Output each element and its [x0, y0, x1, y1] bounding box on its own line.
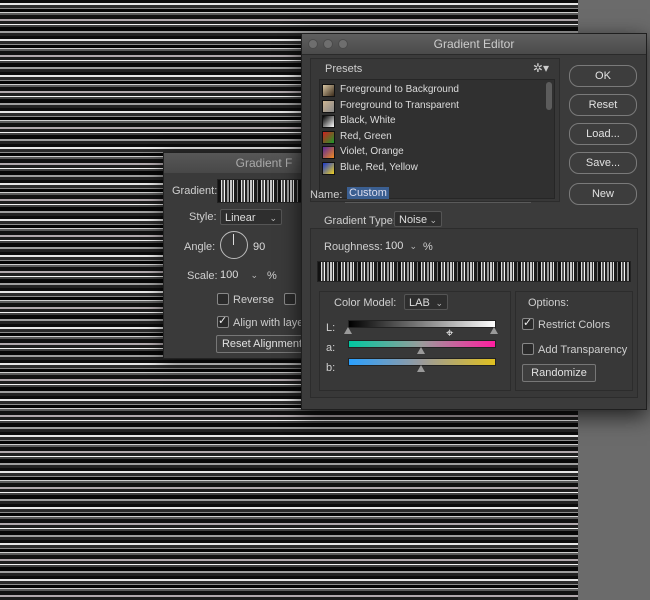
- cursor-icon: ⌖: [446, 325, 454, 340]
- reverse-checkbox[interactable]: [217, 293, 229, 305]
- preset-item[interactable]: Red, Green: [322, 130, 532, 145]
- reset-alignment-button[interactable]: Reset Alignment: [216, 335, 308, 353]
- presets-scrollbar[interactable]: [546, 82, 552, 110]
- presets-label: Presets: [325, 63, 363, 75]
- preset-label: Red, Green: [340, 130, 392, 142]
- noise-gradient-preview: [317, 261, 631, 282]
- preset-swatch: [322, 115, 335, 128]
- roughness-unit: %: [423, 241, 433, 253]
- randomize-button[interactable]: Randomize: [522, 364, 596, 382]
- add-transparency-label: Add Transparency: [538, 344, 628, 356]
- chevron-down-icon: ⌄: [269, 213, 277, 223]
- angle-label: Angle:: [184, 241, 216, 253]
- l-channel-label: L:: [326, 322, 336, 334]
- preset-swatch: [322, 161, 335, 175]
- presets-list[interactable]: Foreground to Background Foreground to Tr…: [319, 79, 555, 199]
- chevron-down-icon: ⌄: [435, 298, 443, 308]
- name-field[interactable]: Custom: [345, 185, 531, 203]
- reverse-label: Reverse: [233, 294, 274, 306]
- angle-dial[interactable]: [220, 231, 248, 259]
- chevron-down-icon: ⌄: [250, 270, 258, 280]
- chevron-down-icon: ⌄: [429, 215, 437, 225]
- preset-item[interactable]: Black, White: [322, 114, 532, 129]
- l-max-thumb[interactable]: [490, 327, 498, 334]
- roughness-field[interactable]: 100 ⌄: [381, 238, 421, 254]
- preset-label: Foreground to Background: [340, 84, 459, 95]
- noise-settings-panel: Roughness: 100 ⌄ % Color Model: LAB ⌄ L: ⌖…: [310, 228, 638, 398]
- preset-swatch: [322, 99, 335, 113]
- preset-label: Blue, Red, Yellow: [340, 161, 418, 173]
- a-thumb[interactable]: [417, 347, 425, 354]
- presets-panel: Presets ✲▾ Foreground to Background Foreg…: [310, 58, 560, 202]
- preset-item[interactable]: Foreground to Transparent: [322, 99, 532, 114]
- style-select[interactable]: Linear ⌄: [220, 209, 282, 225]
- dither-checkbox[interactable]: [284, 293, 296, 305]
- ok-button[interactable]: OK: [569, 65, 637, 87]
- b-thumb[interactable]: [417, 365, 425, 372]
- l-channel-slider[interactable]: [348, 320, 496, 328]
- preset-item[interactable]: Blue, Red, Yellow: [322, 161, 532, 176]
- options-label: Options:: [528, 297, 569, 309]
- preset-swatch: [322, 146, 335, 159]
- gradient-editor-dialog: Gradient Editor Presets ✲▾ Foreground to…: [301, 33, 647, 410]
- new-button[interactable]: New: [569, 183, 637, 205]
- align-label: Align with layer: [233, 317, 307, 329]
- color-model-panel: Color Model: LAB ⌄ L: ⌖ a: b:: [319, 291, 511, 391]
- gradient-type-select[interactable]: Noise ⌄: [394, 211, 442, 227]
- save-button[interactable]: Save...: [569, 152, 637, 174]
- scale-unit: %: [267, 270, 277, 282]
- scale-field[interactable]: 100 ⌄: [216, 267, 262, 283]
- preset-swatch: [322, 130, 335, 144]
- style-label: Style:: [189, 211, 217, 223]
- color-model-label: Color Model:: [334, 297, 397, 309]
- chevron-down-icon: ⌄: [409, 241, 417, 251]
- preset-swatch: [322, 84, 335, 97]
- name-value: Custom: [347, 187, 389, 199]
- a-channel-label: a:: [326, 342, 336, 354]
- l-min-thumb[interactable]: [344, 327, 352, 334]
- align-checkbox[interactable]: [217, 314, 229, 328]
- roughness-label: Roughness:: [324, 241, 383, 253]
- reset-button[interactable]: Reset: [569, 94, 637, 116]
- angle-value[interactable]: 90: [253, 241, 265, 253]
- gradient-label: Gradient:: [172, 185, 218, 197]
- scale-label: Scale:: [187, 270, 218, 282]
- preset-label: Foreground to Transparent: [340, 99, 459, 111]
- title-bar: Gradient Editor: [302, 34, 646, 55]
- restrict-colors-checkbox[interactable]: [522, 316, 534, 330]
- preset-label: Black, White: [340, 115, 396, 126]
- color-model-select[interactable]: LAB ⌄: [404, 294, 448, 310]
- restrict-colors-label: Restrict Colors: [538, 319, 611, 331]
- name-label: Name:: [310, 189, 343, 201]
- b-channel-label: b:: [326, 362, 336, 374]
- load-button[interactable]: Load...: [569, 123, 637, 145]
- preset-item[interactable]: Violet, Orange: [322, 145, 532, 160]
- add-transparency-checkbox[interactable]: [522, 343, 534, 355]
- preset-item[interactable]: Foreground to Background: [322, 83, 532, 98]
- window-title: Gradient Editor: [433, 37, 515, 51]
- preset-label: Violet, Orange: [340, 146, 404, 157]
- gear-icon[interactable]: ✲▾: [533, 61, 549, 75]
- gradient-type-label: Gradient Type:: [324, 215, 396, 227]
- options-panel: Options: Restrict Colors Add Transparenc…: [515, 291, 633, 391]
